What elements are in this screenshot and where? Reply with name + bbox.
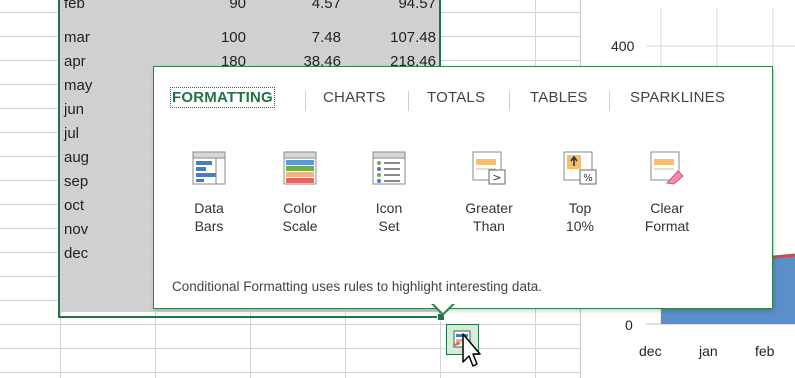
tab-formatting[interactable]: FORMATTING: [170, 87, 275, 108]
option-label: Data Bars: [174, 199, 244, 235]
popup-pointer-inner: [433, 303, 453, 313]
option-data-bars[interactable]: Data Bars: [174, 151, 244, 235]
svg-text:%: %: [583, 173, 593, 184]
option-label-line: Data: [194, 200, 224, 216]
top-10-icon: %: [563, 151, 597, 185]
option-label: Greater Than: [454, 199, 524, 235]
option-label-line: Set: [378, 218, 400, 234]
y-tick-label: 0: [625, 317, 633, 333]
tab-charts[interactable]: CHARTS: [323, 89, 386, 106]
quick-analysis-popup: FORMATTING CHARTS TOTALS TABLES SPARKLIN…: [153, 66, 773, 309]
option-label: Icon Set: [354, 199, 424, 235]
option-description: Conditional Formatting uses rules to hig…: [172, 279, 542, 294]
y-tick-label: 400: [611, 38, 635, 54]
option-clear-format[interactable]: Clear Format: [632, 151, 702, 235]
option-label-line: Top: [568, 200, 592, 216]
icon-set-icon: [372, 151, 406, 185]
tab-tables[interactable]: TABLES: [530, 89, 588, 106]
option-label-line: Bars: [194, 218, 224, 234]
option-top-10-percent[interactable]: % Top 10%: [545, 151, 615, 235]
option-label: Top 10%: [545, 199, 615, 235]
grid-row: [0, 325, 580, 349]
svg-text:>: >: [492, 171, 501, 184]
option-label-line: Than: [473, 218, 505, 234]
option-label: Color Scale: [265, 199, 335, 235]
option-label-line: Clear: [650, 200, 684, 216]
greater-than-icon: >: [472, 151, 506, 185]
option-greater-than[interactable]: > Greater Than: [454, 151, 524, 235]
option-label-line: Scale: [282, 218, 318, 234]
tab-divider: [408, 91, 409, 111]
option-label-line: Icon: [375, 200, 403, 216]
tab-divider: [305, 91, 306, 111]
color-scale-icon: [283, 151, 317, 185]
clear-format-icon: [650, 151, 684, 185]
quick-analysis-tabs: FORMATTING CHARTS TOTALS TABLES SPARKLIN…: [154, 87, 772, 115]
grid-row: [0, 349, 580, 373]
option-label-line: 10%: [565, 218, 595, 234]
tab-divider: [509, 91, 510, 111]
x-tick-label: dec: [639, 343, 662, 359]
tab-divider: [609, 91, 610, 111]
option-color-scale[interactable]: Color Scale: [265, 151, 335, 235]
option-icon-set[interactable]: Icon Set: [354, 151, 424, 235]
data-bars-icon: [192, 151, 226, 185]
option-label-line: Color: [283, 200, 317, 216]
tab-totals[interactable]: TOTALS: [427, 89, 485, 106]
option-label: Clear Format: [632, 199, 702, 235]
tab-sparklines[interactable]: SPARKLINES: [630, 89, 725, 106]
mouse-cursor-icon: [462, 333, 481, 367]
x-tick-label: jan: [699, 343, 718, 359]
x-tick-label: feb: [755, 343, 775, 359]
option-label-line: Greater: [465, 200, 513, 216]
option-label-line: Format: [644, 218, 690, 234]
